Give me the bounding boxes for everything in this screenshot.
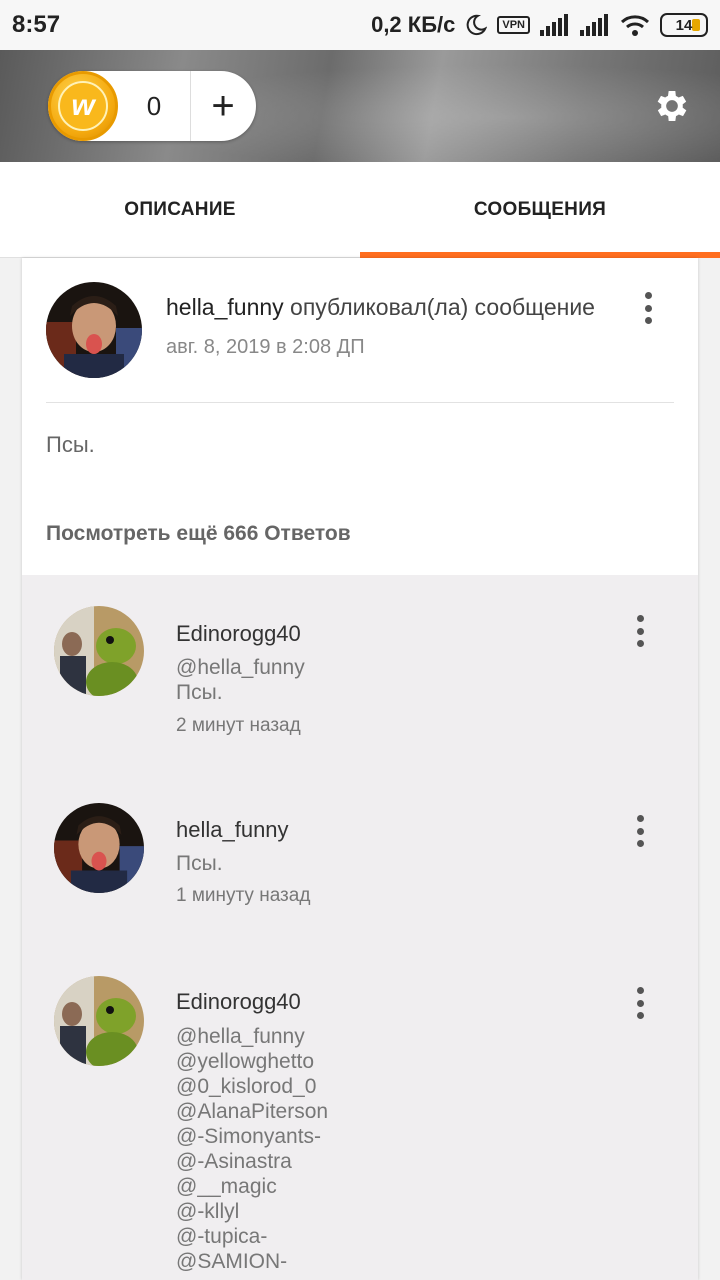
wifi-icon [620,15,650,36]
reply-mention[interactable]: @yellowghetto [176,1049,328,1074]
post-title: hella_funny опубликовал(ла) сообщение [166,294,595,321]
more-vert-icon[interactable] [636,288,660,328]
reply-time: 2 минут назад [176,715,301,736]
reply-mention[interactable]: @0_kislorod_0 [176,1074,328,1099]
reply-mention[interactable]: @-Asinastra [176,1149,328,1174]
reply-text: @hella_funny @yellowghetto @0_kislorod_0… [176,1024,328,1274]
moon-icon [467,14,488,36]
network-speed: 0,2 КБ/с [371,12,456,37]
post-author[interactable]: hella_funny [166,294,284,320]
post-text: Псы. [46,432,95,457]
avatar[interactable] [54,803,144,893]
more-vert-icon[interactable] [628,611,652,651]
reply-text: @hella_funny Псы. [176,655,305,705]
reply-mention[interactable]: @-Simonyants- [176,1124,328,1149]
more-vert-icon[interactable] [628,811,652,851]
gear-icon[interactable] [652,86,692,126]
post-header: hella_funny опубликовал(ла) сообщение ав… [22,258,698,403]
reply-mention[interactable]: @__magic [176,1174,328,1199]
battery-icon: 14 [660,13,708,37]
reply-time: 1 минуту назад [176,885,311,906]
avatar[interactable] [54,976,144,1066]
battery-level: 14 [675,16,693,34]
add-coins-button[interactable]: + [191,71,255,141]
reply-author[interactable]: Edinorogg40 [176,621,301,647]
reply-line: Псы. [176,681,223,704]
coin-balance[interactable]: w 0 + [48,71,256,141]
reply-mention[interactable]: @SAMION- [176,1249,328,1274]
status-time: 8:57 [12,11,61,38]
reply-author[interactable]: Edinorogg40 [176,989,301,1015]
list-item: Edinorogg40 @hella_funny @yellowghetto @… [22,945,698,1280]
avatar-image [54,976,144,1066]
view-more-replies-link[interactable]: Посмотреть ещё 666 Ответов [46,522,351,546]
reply-mention[interactable]: @hella_funny [176,655,305,680]
reply-author[interactable]: hella_funny [176,817,289,843]
coin-count: 0 [146,90,162,121]
avatar-image [54,606,144,696]
post-action: опубликовал(ла) сообщение [290,294,595,320]
list-item: hella_funny Псы. 1 минуту назад [22,775,698,945]
vpn-icon: VPN [497,16,530,34]
avatar-image [54,803,144,893]
reply-mention[interactable]: @-tupica- [176,1224,328,1249]
reply-line: Псы. [176,852,223,875]
more-vert-icon[interactable] [628,983,652,1023]
coin-icon: w [48,71,118,141]
tab-description[interactable]: ОПИСАНИЕ [0,162,360,258]
story-header: w 0 + [0,50,720,162]
status-bar: 8:57 0,2 КБ/с VPN 14 [0,0,720,50]
replies-list: Edinorogg40 @hella_funny Псы. 2 минут на… [22,575,698,1280]
post-date: авг. 8, 2019 в 2:08 ДП [166,336,365,358]
divider [46,402,674,403]
avatar-image [46,282,142,378]
reply-mention[interactable]: @AlanaPiterson [176,1099,328,1124]
message-card: hella_funny опубликовал(ла) сообщение ав… [22,258,698,1280]
avatar[interactable] [54,606,144,696]
reply-text: Псы. [176,851,223,876]
list-item: Edinorogg40 @hella_funny Псы. 2 минут на… [22,575,698,775]
signal-icon [540,14,568,36]
tab-bar: ОПИСАНИЕ СООБЩЕНИЯ [0,162,720,259]
tab-messages[interactable]: СООБЩЕНИЯ [360,162,720,259]
reply-mention[interactable]: @hella_funny [176,1024,328,1049]
signal-icon-2 [580,14,608,36]
status-icons: 0,2 КБ/с VPN 14 [371,10,708,40]
reply-mention[interactable]: @-kllyl [176,1199,328,1224]
avatar[interactable] [46,282,142,378]
